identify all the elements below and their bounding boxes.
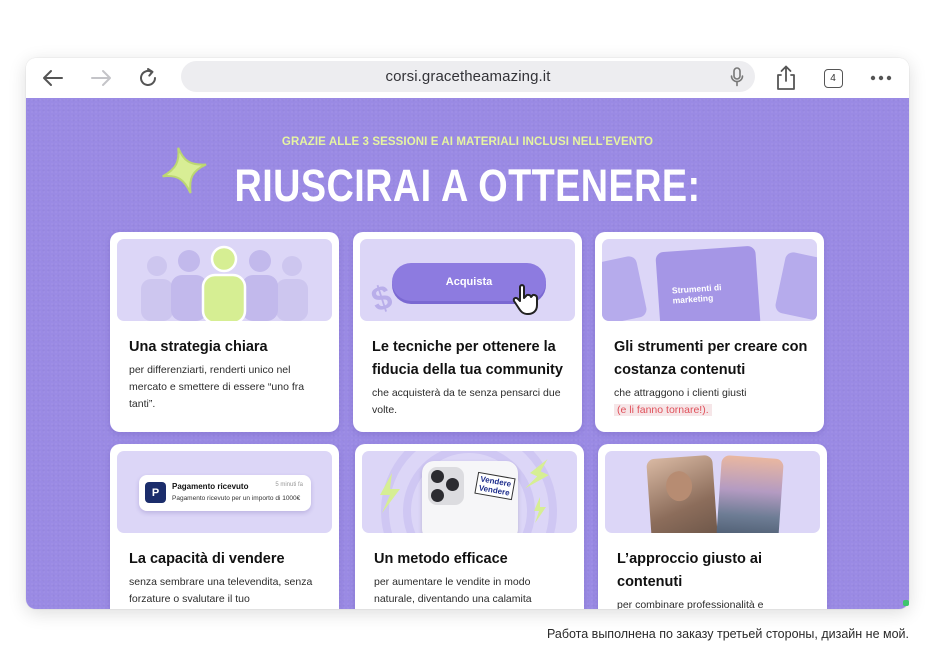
address-bar[interactable]: corsi.gracetheamazing.it — [181, 61, 755, 92]
benefit-card: L’approccio giusto ai contenuti per comb… — [598, 444, 827, 609]
people-illustration — [117, 239, 332, 321]
payment-notification: P Pagamento ricevuto 5 minuti fa Pagamen… — [139, 475, 311, 511]
folder-label: Strumenti di marketing — [671, 282, 722, 306]
card-description: che acquisterà da te senza pensarci due … — [372, 387, 561, 416]
dollar-icon: $ — [368, 278, 397, 317]
kicker-text: GRAZIE ALLE 3 SESSIONI E AI MATERIALI IN… — [281, 136, 654, 148]
buy-button-illustration: Acquista $ — [360, 239, 575, 321]
benefit-card: Strumenti di marketing Gli strumenti per… — [595, 232, 824, 432]
status-dot — [903, 600, 909, 606]
phone-illustration: Vendere Vendere — [362, 451, 577, 533]
card-title: L’approccio giusto ai contenuti — [617, 551, 763, 590]
benefit-card: Una strategia chiara per differenziarti,… — [110, 232, 339, 432]
benefit-card: Vendere Vendere Un metodo efficace per a… — [355, 444, 584, 609]
browser-window: corsi.gracetheamazing.it 4 GRAZIE ALLE 3… — [26, 58, 909, 609]
marketing-tools-illustration: Strumenti di marketing — [602, 239, 817, 321]
card-title: Un metodo efficace — [374, 551, 508, 567]
tab-count: 4 — [823, 68, 843, 88]
marketing-folder: Strumenti di marketing — [655, 245, 761, 321]
svg-text:$: $ — [368, 278, 397, 317]
browser-toolbar: corsi.gracetheamazing.it 4 — [26, 58, 909, 98]
card-title: La capacità di vendere — [129, 551, 285, 567]
benefit-card: P Pagamento ricevuto 5 minuti fa Pagamen… — [110, 444, 339, 609]
card-title: Una strategia chiara — [129, 339, 268, 355]
url-text: corsi.gracetheamazing.it — [385, 68, 551, 85]
paypal-icon: P — [145, 482, 166, 503]
notification-title: Pagamento ricevuto — [172, 482, 249, 491]
page-content: GRAZIE ALLE 3 SESSIONI E AI MATERIALI IN… — [26, 98, 909, 609]
photo-thumbnail — [716, 454, 784, 533]
reload-icon[interactable] — [134, 64, 162, 92]
photo-thumbnail — [646, 454, 718, 533]
caption: Работа выполнена по заказу третьей сторо… — [546, 627, 909, 641]
back-arrow-icon[interactable] — [39, 64, 67, 92]
card-description: che attraggono i clienti giusti (e li fa… — [614, 387, 747, 416]
notification-body: Pagamento ricevuto per un importo di 100… — [172, 495, 301, 502]
phone-graphic: Vendere Vendere — [422, 461, 518, 533]
highlighted-text: (e li fanno tornare!). — [614, 404, 712, 416]
content-photos-illustration — [605, 451, 820, 533]
forward-arrow-icon[interactable] — [87, 64, 115, 92]
page-title: RIUSCIRAI A OTTENERE: — [234, 160, 701, 211]
tabs-icon[interactable]: 4 — [819, 64, 847, 92]
card-description: senza sembrare una televendita, senza fo… — [129, 576, 313, 605]
card-title: Le tecniche per ottenere la fiducia dell… — [372, 339, 563, 378]
card-description: per combinare professionalità e — [617, 599, 764, 609]
sticker: Vendere Vendere — [474, 471, 516, 501]
card-title: Gli strumenti per creare con costanza co… — [614, 339, 808, 378]
card-description: per differenziarti, renderti unico nel m… — [129, 364, 305, 410]
notification-time: 5 minuti fa — [275, 482, 303, 488]
share-icon[interactable] — [772, 64, 800, 92]
more-icon[interactable] — [867, 64, 895, 92]
benefit-card: Acquista $ Le tecniche per ottenere la f… — [353, 232, 582, 432]
pointer-hand-icon — [512, 284, 538, 315]
card-description: per aumentare le vendite in modo natural… — [374, 576, 532, 605]
microphone-icon[interactable] — [730, 67, 744, 92]
payment-illustration: P Pagamento ricevuto 5 minuti fa Pagamen… — [117, 451, 332, 533]
